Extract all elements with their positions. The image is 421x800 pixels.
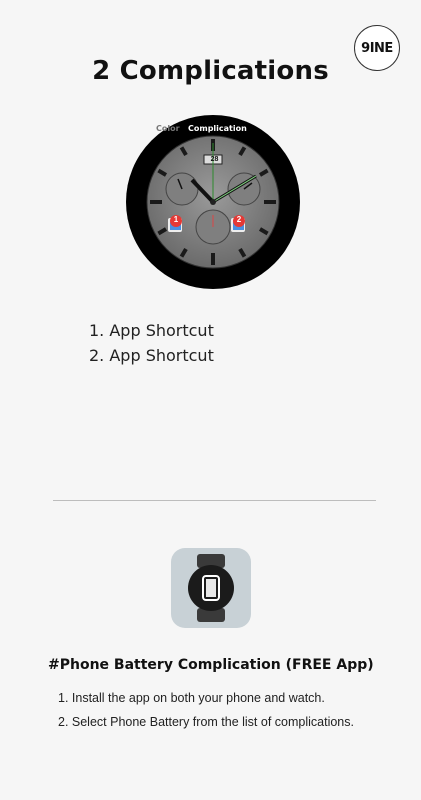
section-divider xyxy=(53,500,376,501)
promo-heading: #Phone Battery Complication (FREE App) xyxy=(48,657,374,673)
complication-slot-1-badge: 1 xyxy=(173,215,179,224)
list-item: 2. Select Phone Battery from the list of… xyxy=(58,715,354,729)
list-item: 1. Install the app on both your phone an… xyxy=(58,691,325,705)
brand-logo-text: 9INE xyxy=(361,40,393,56)
watch-phone-icon xyxy=(171,548,251,628)
list-item: 1. App Shortcut xyxy=(89,321,214,340)
page-title: 2 Complications xyxy=(92,56,329,86)
watch-tab-complication: Complication xyxy=(188,124,247,133)
watch-date-label: 28 xyxy=(210,156,219,163)
install-steps: 1. Install the app on both your phone an… xyxy=(58,690,354,738)
list-item: 2. App Shortcut xyxy=(89,346,214,365)
watch-tab-color: Color xyxy=(156,124,180,133)
watch-face-preview xyxy=(126,115,300,289)
complication-slot-2-badge: 2 xyxy=(236,215,242,224)
complication-list: 1. App Shortcut 2. App Shortcut xyxy=(89,318,214,368)
